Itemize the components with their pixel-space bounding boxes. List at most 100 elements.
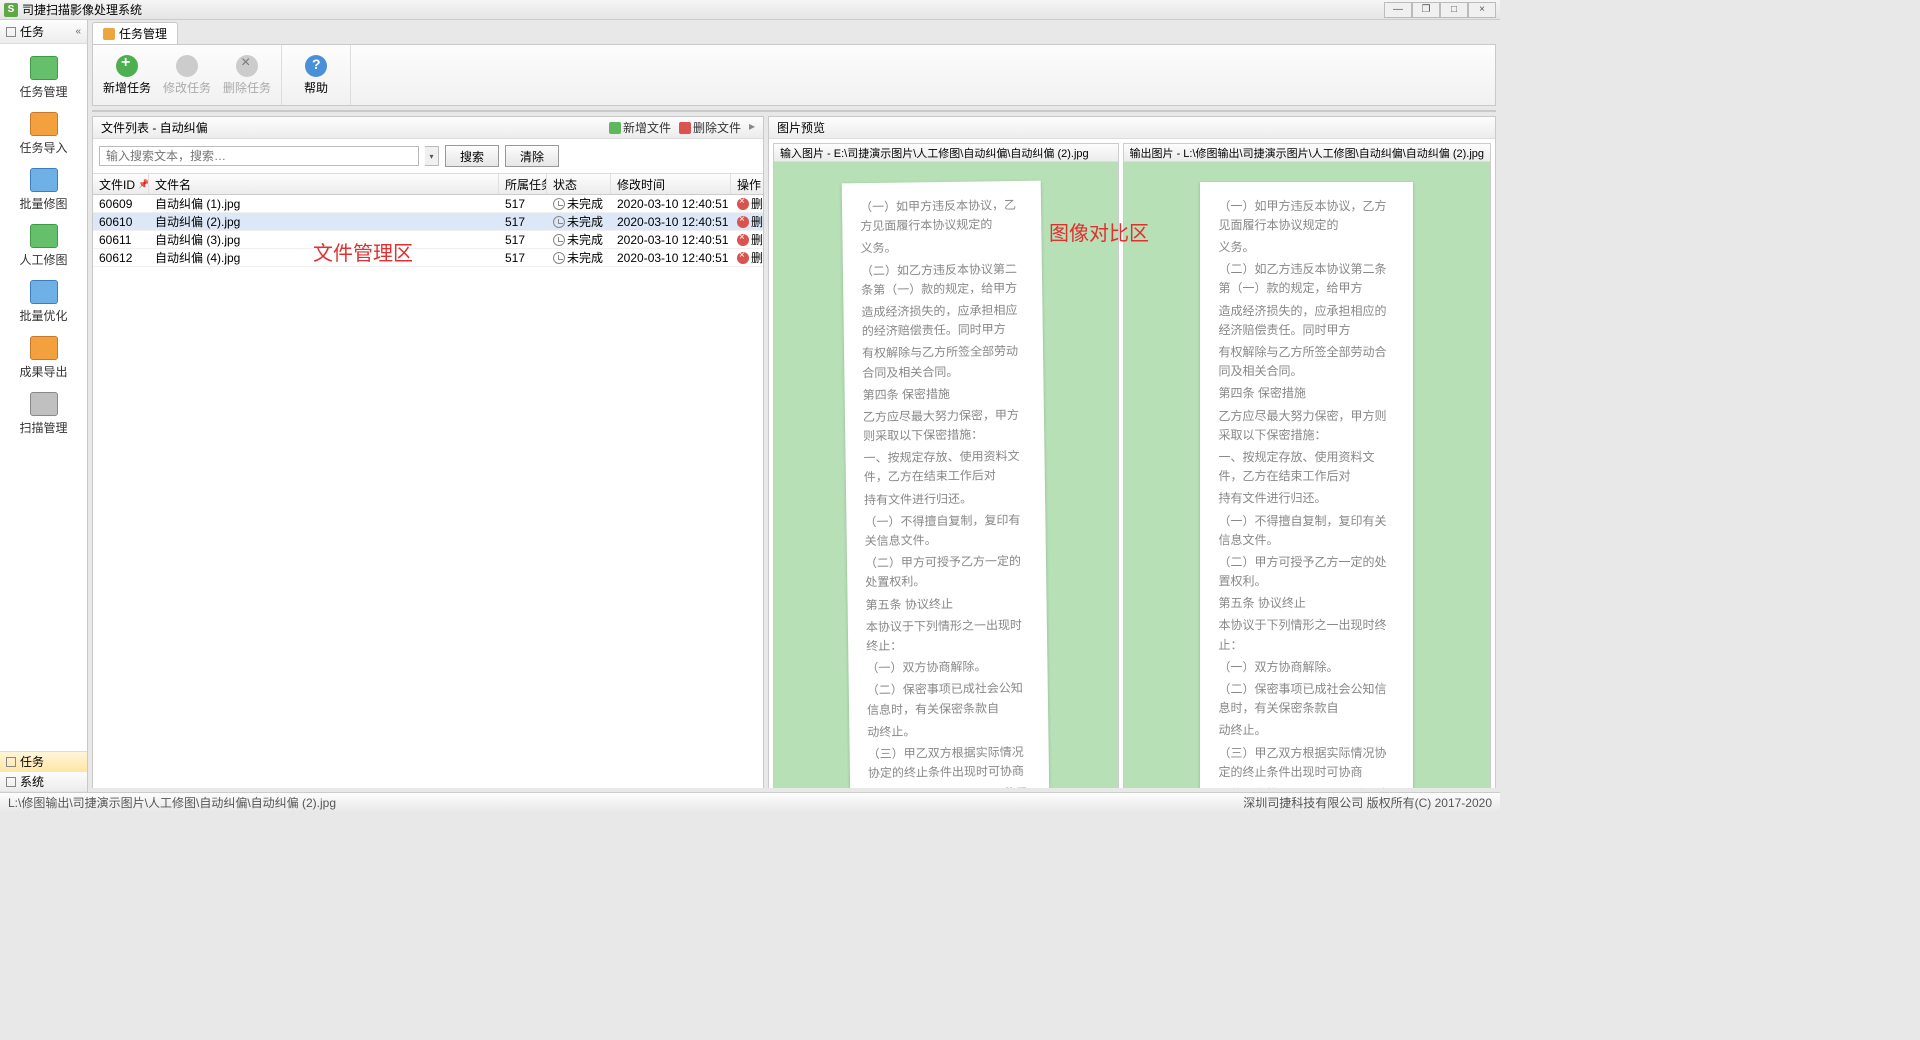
sidebar-item-label: 批量修图: [19, 195, 67, 212]
preview-out-label: 输出图片 - L:\修图输出\司捷演示图片\人工修图\自动纠偏\自动纠偏 (2)…: [1124, 144, 1490, 162]
copyright: 深圳司捷科技有限公司 版权所有(C) 2017-2020: [1243, 794, 1492, 811]
sidebar-item[interactable]: 扫描管理: [0, 386, 87, 442]
sidebar-item[interactable]: 批量修图: [0, 162, 87, 218]
tab-task-manage[interactable]: 任务管理: [92, 22, 178, 44]
file-id: 60609: [93, 197, 149, 211]
delete-icon: [679, 122, 691, 134]
sidebar-icon: [30, 168, 58, 192]
delete-icon: [236, 55, 258, 77]
file-search-bar: ▾ 搜索 清除: [93, 139, 763, 173]
file-grid-body[interactable]: 60609 自动纠偏 (1).jpg 517 未完成 2020-03-10 12…: [93, 195, 763, 788]
checkbox-icon[interactable]: [6, 27, 16, 37]
file-task: 517: [499, 251, 547, 265]
file-delete-button[interactable]: 删除: [737, 213, 763, 230]
sidebar-item-label: 批量优化: [19, 307, 67, 324]
checkbox-icon: [6, 777, 16, 787]
file-delete-button[interactable]: 删除: [737, 195, 763, 212]
pin-icon[interactable]: 📌: [138, 179, 149, 190]
preview-input-column: 输入图片 - E:\司捷演示图片\人工修图\自动纠偏\自动纠偏 (2).jpg …: [773, 143, 1119, 788]
file-panel-header: 文件列表 - 自动纠偏 新增文件 删除文件 ▸: [93, 117, 763, 139]
file-name: 自动纠偏 (1).jpg: [149, 195, 499, 212]
preview-in-label: 输入图片 - E:\司捷演示图片\人工修图\自动纠偏\自动纠偏 (2).jpg: [774, 144, 1118, 162]
file-name: 自动纠偏 (4).jpg: [149, 249, 499, 266]
delete-file-button[interactable]: 删除文件: [679, 119, 741, 136]
file-time: 2020-03-10 12:40:51: [611, 233, 731, 247]
status-path: L:\修图输出\司捷演示图片\人工修图\自动纠偏\自动纠偏 (2).jpg: [8, 794, 336, 811]
new-file-button[interactable]: 新增文件: [609, 119, 671, 136]
file-status: 未完成: [567, 249, 603, 266]
preview-output-column: 输出图片 - L:\修图输出\司捷演示图片\人工修图\自动纠偏\自动纠偏 (2)…: [1123, 143, 1491, 788]
help-icon: [305, 55, 327, 77]
clock-icon: [553, 234, 565, 246]
app-icon: S: [4, 3, 18, 17]
file-search-input[interactable]: [99, 146, 419, 166]
sidebar-foot-label: 系统: [20, 773, 44, 790]
minimize-button[interactable]: —: [1384, 2, 1412, 18]
file-grid-header: 文件ID📌 文件名 所属任务 状态 修改时间 操作: [93, 173, 763, 195]
sidebar-icon: [30, 336, 58, 360]
file-task: 517: [499, 197, 547, 211]
preview-in-image[interactable]: （一）如甲方违反本协议，乙方见面履行本协议规定的义务。（二）如乙方违反本协议第二…: [774, 162, 1118, 788]
remove-icon: [737, 216, 749, 228]
sidebar-item[interactable]: 批量优化: [0, 274, 87, 330]
add-task-button[interactable]: 新增任务: [101, 49, 153, 101]
clock-icon: [553, 252, 565, 264]
sidebar-item-label: 成果导出: [19, 363, 67, 380]
task-search-bar: ▾ 搜索 清除: [93, 111, 1495, 112]
search-dropdown[interactable]: ▾: [425, 146, 439, 166]
preview-header: 图片预览: [769, 117, 1495, 139]
file-delete-button[interactable]: 删除: [737, 231, 763, 248]
sidebar-icon: [30, 280, 58, 304]
file-row[interactable]: 60611 自动纠偏 (3).jpg 517 未完成 2020-03-10 12…: [93, 231, 763, 249]
file-name: 自动纠偏 (2).jpg: [149, 213, 499, 230]
chevron-icon[interactable]: ▸: [749, 119, 755, 136]
remove-icon: [737, 252, 749, 264]
sidebar: 任务 « 任务管理 任务导入 批量修图 人工修图 批量优化 成果导出 扫描管理 …: [0, 20, 88, 792]
sidebar-item-label: 扫描管理: [19, 419, 67, 436]
file-time: 2020-03-10 12:40:51: [611, 215, 731, 229]
sidebar-foot-item[interactable]: 系统: [0, 772, 87, 792]
sidebar-header: 任务 «: [0, 20, 87, 44]
status-bar: L:\修图输出\司捷演示图片\人工修图\自动纠偏\自动纠偏 (2).jpg 深圳…: [0, 792, 1500, 812]
maximize-button[interactable]: □: [1440, 2, 1468, 18]
restore-button[interactable]: ❐: [1412, 2, 1440, 18]
file-name: 自动纠偏 (3).jpg: [149, 231, 499, 248]
close-button[interactable]: ×: [1468, 2, 1496, 18]
help-button[interactable]: 帮助: [290, 49, 342, 101]
file-panel-title: 文件列表 - 自动纠偏: [101, 119, 208, 136]
app-title: 司捷扫描影像处理系统: [22, 1, 142, 18]
chevron-left-icon[interactable]: «: [75, 26, 81, 37]
preview-out-image[interactable]: （一）如甲方违反本协议，乙方见面履行本协议规定的义务。（二）如乙方违反本协议第二…: [1124, 162, 1490, 788]
file-row[interactable]: 60612 自动纠偏 (4).jpg 517 未完成 2020-03-10 12…: [93, 249, 763, 267]
file-task: 517: [499, 233, 547, 247]
edit-task-button[interactable]: 修改任务: [161, 49, 213, 101]
sidebar-item[interactable]: 成果导出: [0, 330, 87, 386]
delete-task-button[interactable]: 删除任务: [221, 49, 273, 101]
sidebar-item[interactable]: 任务导入: [0, 106, 87, 162]
sidebar-icon: [30, 224, 58, 248]
sidebar-item-label: 任务导入: [19, 139, 67, 156]
file-row[interactable]: 60610 自动纠偏 (2).jpg 517 未完成 2020-03-10 12…: [93, 213, 763, 231]
plus-icon: [609, 122, 621, 134]
sidebar-item-label: 任务管理: [19, 83, 67, 100]
edit-icon: [176, 55, 198, 77]
clock-icon: [553, 198, 565, 210]
file-id: 60611: [93, 233, 149, 247]
file-row[interactable]: 60609 自动纠偏 (1).jpg 517 未完成 2020-03-10 12…: [93, 195, 763, 213]
sidebar-item[interactable]: 任务管理: [0, 50, 87, 106]
sidebar-foot-item[interactable]: 任务: [0, 752, 87, 772]
file-search-button[interactable]: 搜索: [445, 145, 499, 167]
file-time: 2020-03-10 12:40:51: [611, 197, 731, 211]
plus-icon: [116, 55, 138, 77]
ribbon: 新增任务 修改任务 删除任务 帮助: [92, 44, 1496, 106]
clock-icon: [553, 216, 565, 228]
sidebar-item[interactable]: 人工修图: [0, 218, 87, 274]
file-id: 60610: [93, 215, 149, 229]
file-delete-button[interactable]: 删除: [737, 249, 763, 266]
sidebar-icon: [30, 112, 58, 136]
sidebar-foot-label: 任务: [20, 753, 44, 770]
tab-label: 任务管理: [119, 25, 167, 42]
file-time: 2020-03-10 12:40:51: [611, 251, 731, 265]
tab-icon: [103, 28, 115, 40]
file-clear-button[interactable]: 清除: [505, 145, 559, 167]
